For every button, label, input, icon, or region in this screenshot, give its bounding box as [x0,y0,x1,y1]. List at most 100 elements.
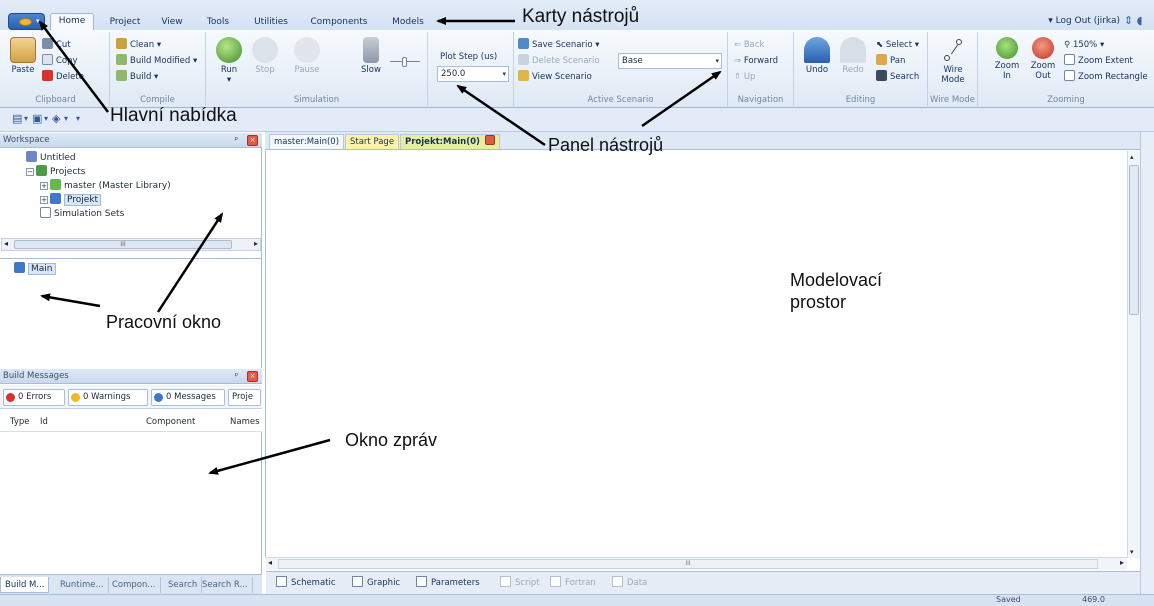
workspace-hscrollbar[interactable]: ◂ III ▸ [1,238,261,251]
tab-schematic[interactable]: Schematic [276,576,336,591]
scissors-icon [42,38,53,49]
tab-runtime[interactable]: Runtime... [56,577,109,593]
delete-button[interactable]: Delete [42,70,84,84]
tab-script[interactable]: Script [500,576,540,591]
tab-home[interactable]: Home [50,13,94,31]
tree-item-simulation-sets[interactable]: Simulation Sets [40,207,124,220]
tab-fortran[interactable]: Fortran [550,576,596,591]
scroll-left-icon[interactable]: ◂ [268,558,272,567]
tab-components[interactable]: Components [306,15,372,30]
tree-item-projects[interactable]: − Projects [26,165,85,178]
close-icon[interactable] [484,135,495,145]
slow-button[interactable]: Slow [354,37,388,75]
ribbon-options-icon[interactable]: ⇕ ◖ [1124,14,1150,28]
scroll-down-icon[interactable]: ▾ [1130,548,1134,556]
build-button[interactable]: Build ▾ [116,70,158,84]
run-button[interactable]: Run ▾ [212,37,246,85]
zoom-in-button[interactable]: Zoom In [990,37,1024,81]
modeling-canvas[interactable] [265,151,1140,557]
tree-item-untitled[interactable]: Untitled [26,151,76,164]
scroll-right-icon[interactable]: ▸ [1120,558,1124,567]
pan-button[interactable]: Pan [876,54,905,68]
close-icon[interactable]: × [247,371,258,382]
plot-step-dropdown[interactable]: 250.0 ▾ [437,66,509,82]
scroll-thumb[interactable] [1129,165,1139,315]
errors-filter-button[interactable]: 0 Errors [3,389,65,406]
column-component[interactable]: Component [146,417,195,427]
view-scenario-button[interactable]: View Scenario [518,70,592,84]
tab-search[interactable]: Search [164,577,203,593]
doc-tab-start-page[interactable]: Start Page [345,134,400,149]
doc-tab-master-main[interactable]: master:Main(0) [269,134,345,149]
undo-button[interactable]: Undo [800,37,834,75]
column-id[interactable]: Id [40,417,48,427]
speed-slider[interactable] [390,57,420,67]
close-icon[interactable]: × [247,135,258,146]
doc-tab-projekt-main[interactable]: Projekt:Main(0) [400,134,500,149]
clean-button[interactable]: Clean ▾ [116,38,161,52]
canvas-vscrollbar[interactable]: ▴ ▾ [1127,151,1140,558]
tab-components[interactable]: Compon... [108,577,161,593]
scroll-right-icon[interactable]: ▸ [254,239,258,248]
tab-parameters[interactable]: Parameters [416,576,480,591]
search-button[interactable]: Search [876,70,919,84]
copy-button[interactable]: Copy [42,54,78,68]
tab-data[interactable]: Data [612,576,647,591]
chevron-down-icon[interactable]: ▾ [24,114,28,130]
scroll-up-icon[interactable]: ▴ [1130,153,1134,161]
messages-filter-button[interactable]: 0 Messages [151,389,225,406]
warnings-filter-button[interactable]: 0 Warnings [68,389,148,406]
application-menu-button[interactable]: ▾ [8,13,45,30]
zoom-extent-button[interactable]: Zoom Extent [1064,54,1133,68]
paste-button[interactable]: Paste [6,37,40,75]
column-type[interactable]: Type [10,417,30,427]
select-button[interactable]: ⬉ Select ▾ [876,38,919,52]
zoom-level-button[interactable]: ⚲ 150% ▾ [1064,38,1104,52]
scroll-thumb[interactable]: III [14,240,232,249]
wire-mode-button[interactable]: Wire Mode [936,37,970,85]
up-button[interactable]: ⇑ Up [734,70,755,84]
tab-build-messages[interactable]: Build M... [0,577,50,593]
build-modified-button[interactable]: Build Modified ▾ [116,54,197,68]
options-icon[interactable]: ◈ [52,112,60,128]
zoom-out-button[interactable]: Zoom Out [1026,37,1060,81]
cut-button[interactable]: Cut [42,38,71,52]
logout-link[interactable]: ▾ Log Out (jirka) [1048,16,1120,26]
pin-icon[interactable]: ᵖ [235,133,238,147]
tree-item-master[interactable]: + master (Master Library) [40,179,171,192]
chevron-down-icon: ▾ [715,57,719,65]
scenario-dropdown[interactable]: Base ▾ [618,53,722,69]
tab-project[interactable]: Project [104,15,146,30]
collapse-icon[interactable]: − [26,168,34,176]
pause-button[interactable]: Pause [290,37,324,75]
customize-qat-icon[interactable]: ▾ [76,114,80,130]
tab-view[interactable]: View [155,15,189,30]
new-file-icon[interactable]: ▤ [12,112,22,128]
tab-search-results[interactable]: Search R... [198,577,253,593]
pin-icon[interactable]: ᵖ [235,369,238,383]
back-button[interactable]: ⇐ Back [734,38,764,52]
tab-utilities[interactable]: Utilities [249,15,293,30]
canvas-hscrollbar[interactable]: ◂ III ▸ [266,557,1127,570]
stop-button[interactable]: Stop [248,37,282,75]
tab-graphic[interactable]: Graphic [352,576,400,591]
save-icon[interactable]: ▣ [32,112,42,128]
project-filter-button[interactable]: Proje [228,389,261,406]
scroll-thumb[interactable]: III [278,559,1098,569]
definition-item-main[interactable]: Main [14,262,56,275]
chevron-down-icon[interactable]: ▾ [64,114,68,130]
right-collapsed-pane[interactable] [1140,132,1154,594]
column-names[interactable]: Names [230,417,260,427]
expand-icon[interactable]: + [40,182,48,190]
save-scenario-button[interactable]: Save Scenario ▾ [518,38,600,52]
scroll-left-icon[interactable]: ◂ [4,239,8,248]
tree-item-projekt[interactable]: + Projekt [40,193,102,206]
tab-tools[interactable]: Tools [199,15,237,30]
redo-button[interactable]: Redo [836,37,870,75]
tab-models[interactable]: Models [386,15,430,30]
expand-icon[interactable]: + [40,196,48,204]
delete-scenario-button[interactable]: Delete Scenario [518,54,600,68]
zoom-rectangle-button[interactable]: Zoom Rectangle [1064,70,1148,84]
chevron-down-icon[interactable]: ▾ [44,114,48,130]
forward-button[interactable]: ⇒ Forward [734,54,778,68]
